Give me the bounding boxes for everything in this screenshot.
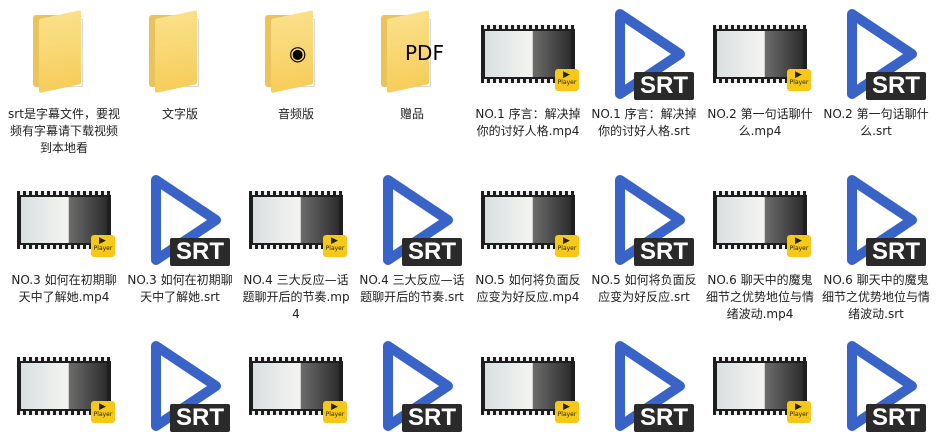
file-name-label: NO.4 三大反应—话题聊开后的节奏.mp4 — [242, 273, 350, 321]
srt-file-icon: SRT — [594, 172, 694, 268]
video-thumbnail: Player — [710, 338, 811, 434]
srt-file-item[interactable]: SRT NO.6 聊天中的魔鬼细节之优势地位与情绪波动.srt — [818, 172, 934, 323]
srt-file-item[interactable]: SRT NO.3 如何在初期聊天中了解她.srt — [122, 172, 238, 306]
srt-file-icon: SRT — [826, 338, 926, 434]
file-name-label: srt是字幕文件，要视频有字幕请下载视频到本地看 — [8, 107, 120, 155]
folder-file-item[interactable]: ◉ 音频版 — [238, 6, 354, 123]
srt-file-icon: SRT — [594, 6, 694, 102]
srt-tag: SRT — [866, 404, 926, 432]
video-file-item[interactable]: Player NO.6 聊天中的魔鬼细节之优势地位与情绪波动.mp4 — [702, 172, 818, 323]
video-file-item[interactable]: Player NO.4 三大反应—话题聊开后的节奏.mp4 — [238, 172, 354, 323]
srt-file-item[interactable]: SRT NO.2 第一句话聊什么.srt — [818, 6, 934, 140]
file-name-label: NO.2 第一句话聊什么.srt — [823, 107, 929, 138]
srt-tag: SRT — [634, 72, 694, 100]
folder-icon: PDF — [362, 6, 462, 102]
video-thumbnail: Player — [478, 338, 579, 434]
srt-tag: SRT — [634, 238, 694, 266]
folder-file-item[interactable]: srt是字幕文件，要视频有字幕请下载视频到本地看 — [6, 6, 122, 157]
video-file-item[interactable]: Player NO.2 第一句话聊什么.mp4 — [702, 6, 818, 140]
file-name-label: NO.4 三大反应—话题聊开后的节奏.srt — [359, 273, 465, 304]
srt-tag: SRT — [170, 238, 230, 266]
video-file-item[interactable]: Player — [6, 338, 122, 434]
srt-file-icon: SRT — [362, 338, 462, 434]
video-file-item[interactable]: Player — [470, 338, 586, 434]
file-name-label: 音频版 — [277, 107, 314, 121]
player-badge-icon: Player — [555, 227, 579, 257]
folder-icon — [14, 6, 114, 102]
file-grid: srt是字幕文件，要视频有字幕请下载视频到本地看 文字版 ◉ 音频版 PDF 赠品 Play… — [0, 0, 943, 432]
player-badge-icon: Player — [323, 227, 347, 257]
file-name-label: 赠品 — [399, 107, 424, 121]
folder-glyph: ◉ — [289, 41, 307, 65]
folder-file-item[interactable]: PDF 赠品 — [354, 6, 470, 123]
srt-file-icon: SRT — [130, 338, 230, 434]
video-thumbnail: Player — [14, 172, 115, 268]
player-badge-icon: Player — [323, 393, 347, 423]
srt-tag: SRT — [866, 238, 926, 266]
srt-file-icon: SRT — [826, 172, 926, 268]
player-badge-icon: Player — [787, 227, 811, 257]
video-thumbnail: Player — [14, 338, 115, 434]
player-badge-icon: Player — [787, 393, 811, 423]
srt-file-item[interactable]: SRT — [818, 338, 934, 434]
file-name-label: NO.1 序言：解决掉你的讨好人格.srt — [591, 107, 697, 138]
video-thumbnail: Player — [710, 172, 811, 268]
srt-file-item[interactable]: SRT — [122, 338, 238, 434]
player-badge-icon: Player — [91, 227, 115, 257]
player-badge-icon: Player — [555, 61, 579, 91]
player-badge-icon: Player — [787, 61, 811, 91]
video-file-item[interactable]: Player — [702, 338, 818, 434]
srt-tag: SRT — [402, 238, 462, 266]
video-file-item[interactable]: Player NO.1 序言：解决掉你的讨好人格.mp4 — [470, 6, 586, 140]
folder-icon: ◉ — [246, 6, 346, 102]
file-name-label: NO.2 第一句话聊什么.mp4 — [707, 107, 813, 138]
file-name-label: NO.3 如何在初期聊天中了解她.mp4 — [11, 273, 117, 304]
player-badge-icon: Player — [91, 393, 115, 423]
file-name-label: 文字版 — [161, 107, 198, 121]
folder-glyph: PDF — [405, 41, 444, 65]
srt-tag: SRT — [402, 404, 462, 432]
video-thumbnail: Player — [478, 172, 579, 268]
folder-icon — [130, 6, 230, 102]
file-name-label: NO.1 序言：解决掉你的讨好人格.mp4 — [475, 107, 581, 138]
file-name-label: NO.5 如何将负面反应变为好反应.mp4 — [475, 273, 581, 304]
srt-file-item[interactable]: SRT — [586, 338, 702, 434]
file-name-label: NO.5 如何将负面反应变为好反应.srt — [591, 273, 697, 304]
video-file-item[interactable]: Player NO.5 如何将负面反应变为好反应.mp4 — [470, 172, 586, 306]
srt-file-icon: SRT — [362, 172, 462, 268]
srt-tag: SRT — [634, 404, 694, 432]
srt-file-icon: SRT — [826, 6, 926, 102]
file-name-label: NO.6 聊天中的魔鬼细节之优势地位与情绪波动.srt — [821, 273, 930, 321]
video-thumbnail: Player — [246, 338, 347, 434]
video-thumbnail: Player — [710, 6, 811, 102]
file-name-label: NO.6 聊天中的魔鬼细节之优势地位与情绪波动.mp4 — [705, 273, 814, 321]
srt-file-item[interactable]: SRT — [354, 338, 470, 434]
file-name-label: NO.3 如何在初期聊天中了解她.srt — [127, 273, 233, 304]
srt-file-icon: SRT — [594, 338, 694, 434]
video-thumbnail: Player — [246, 172, 347, 268]
srt-file-item[interactable]: SRT NO.4 三大反应—话题聊开后的节奏.srt — [354, 172, 470, 306]
video-file-item[interactable]: Player NO.3 如何在初期聊天中了解她.mp4 — [6, 172, 122, 306]
player-badge-icon: Player — [555, 393, 579, 423]
folder-file-item[interactable]: 文字版 — [122, 6, 238, 123]
srt-file-icon: SRT — [130, 172, 230, 268]
srt-tag: SRT — [866, 72, 926, 100]
srt-file-item[interactable]: SRT NO.1 序言：解决掉你的讨好人格.srt — [586, 6, 702, 140]
video-thumbnail: Player — [478, 6, 579, 102]
srt-tag: SRT — [170, 404, 230, 432]
srt-file-item[interactable]: SRT NO.5 如何将负面反应变为好反应.srt — [586, 172, 702, 306]
video-file-item[interactable]: Player — [238, 338, 354, 434]
